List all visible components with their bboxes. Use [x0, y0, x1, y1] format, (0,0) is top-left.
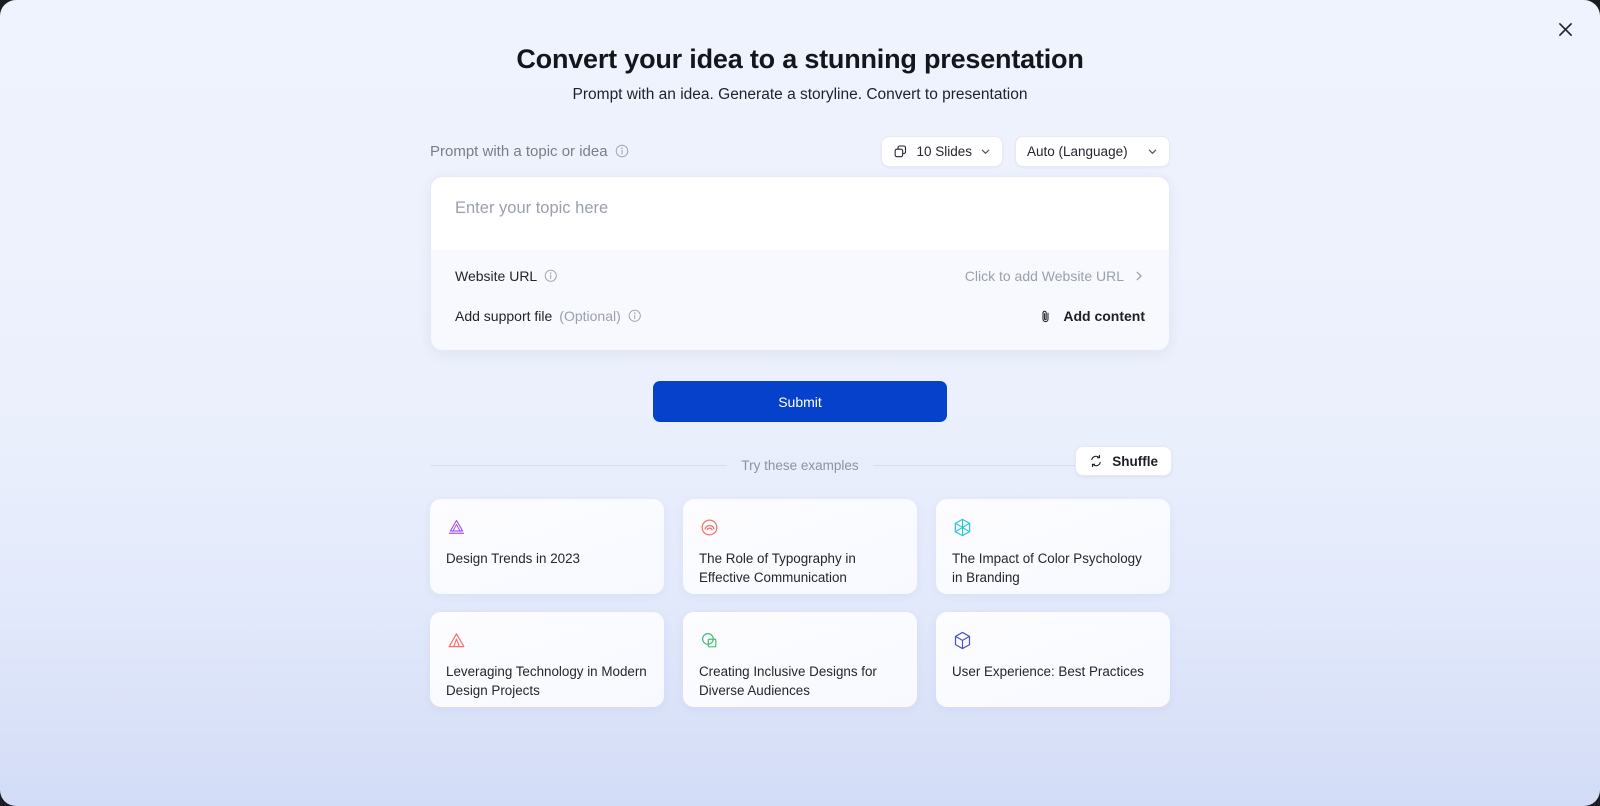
example-card-text: The Impact of Color Psychology in Brandi…	[952, 551, 1142, 586]
shuffle-label: Shuffle	[1112, 453, 1158, 469]
examples-divider-label: Try these examples	[741, 458, 859, 473]
info-icon[interactable]	[615, 144, 629, 158]
info-icon[interactable]	[628, 309, 642, 323]
prompt-header-row: Prompt with a topic or idea 10 Slides Au…	[430, 135, 1170, 167]
card-bottom-spacer	[431, 336, 1169, 350]
presentation-generator-window: Convert your idea to a stunning presenta…	[0, 0, 1600, 806]
close-icon	[1558, 22, 1572, 36]
shuffle-icon	[1091, 454, 1101, 468]
example-card-text: User Experience: Best Practices	[952, 664, 1145, 679]
support-file-row[interactable]: Add support file (Optional) Add content	[431, 296, 1169, 336]
website-url-label-group: Website URL	[455, 268, 558, 284]
prompt-label: Prompt with a topic or idea	[430, 142, 608, 160]
overlap-shapes-icon	[699, 628, 901, 652]
triangle-alert-icon	[446, 628, 648, 652]
example-cards-grid: Design Trends in 2023 The Role of Typogr…	[430, 499, 1170, 707]
website-url-label: Website URL	[455, 268, 538, 284]
example-card[interactable]: The Role of Typography in Effective Comm…	[683, 499, 917, 594]
close-button[interactable]	[1552, 16, 1578, 42]
example-card[interactable]: User Experience: Best Practices	[936, 612, 1170, 707]
add-content-action[interactable]: Add content	[1038, 308, 1145, 324]
divider-line-left	[430, 465, 728, 466]
example-card-text: The Role of Typography in Effective Comm…	[699, 551, 856, 586]
prompt-label-group: Prompt with a topic or idea	[430, 143, 629, 160]
support-file-optional-label: (Optional)	[559, 308, 621, 324]
page-title: Convert your idea to a stunning presenta…	[516, 44, 1084, 74]
chevron-right-icon	[1136, 271, 1142, 281]
triangle-lamp-icon	[446, 515, 648, 539]
paperclip-icon	[1042, 310, 1049, 322]
example-card[interactable]: Creating Inclusive Designs for Diverse A…	[683, 612, 917, 707]
add-website-url-action[interactable]: Click to add Website URL	[965, 268, 1145, 284]
submit-button[interactable]: Submit	[653, 381, 947, 422]
prompt-input-card: Website URL Click to add Website URL	[430, 176, 1170, 351]
example-card[interactable]: The Impact of Color Psychology in Brandi…	[936, 499, 1170, 594]
copy-slides-icon	[895, 144, 907, 157]
example-card[interactable]: Leveraging Technology in Modern Design P…	[430, 612, 664, 707]
spiral-circle-icon	[699, 515, 901, 539]
add-website-url-label: Click to add Website URL	[964, 268, 1124, 284]
main-content: Convert your idea to a stunning presenta…	[430, 0, 1172, 707]
chevron-down-icon	[1147, 146, 1158, 157]
examples-divider-row: Try these examples Shuffle	[430, 446, 1172, 476]
example-card[interactable]: Design Trends in 2023	[430, 499, 664, 594]
website-url-row[interactable]: Website URL Click to add Website URL	[431, 256, 1169, 296]
support-file-label: Add support file	[455, 308, 553, 324]
shuffle-button[interactable]: Shuffle	[1075, 446, 1172, 476]
chevron-down-icon	[980, 146, 991, 157]
language-value: Auto (Language)	[1027, 143, 1128, 159]
support-file-label-group: Add support file (Optional)	[455, 308, 641, 324]
topic-textarea-wrapper[interactable]	[431, 177, 1169, 250]
example-card-text: Design Trends in 2023	[446, 551, 580, 566]
hexagon-cube-icon	[952, 515, 1154, 539]
example-card-text: Leveraging Technology in Modern Design P…	[446, 664, 647, 699]
example-card-text: Creating Inclusive Designs for Diverse A…	[699, 664, 877, 699]
submit-row: Submit	[430, 381, 1170, 422]
cube-outline-icon	[952, 628, 1154, 652]
controls-group: 10 Slides Auto (Language)	[881, 135, 1170, 167]
language-dropdown[interactable]: Auto (Language)	[1015, 135, 1170, 167]
slides-count-dropdown[interactable]: 10 Slides	[881, 135, 1003, 167]
slides-count-value: 10 Slides	[916, 143, 972, 159]
add-content-label: Add content	[1063, 308, 1145, 324]
info-icon[interactable]	[544, 269, 558, 283]
page-subtitle: Prompt with an idea. Generate a storylin…	[572, 86, 1028, 103]
topic-input[interactable]	[455, 199, 1145, 218]
